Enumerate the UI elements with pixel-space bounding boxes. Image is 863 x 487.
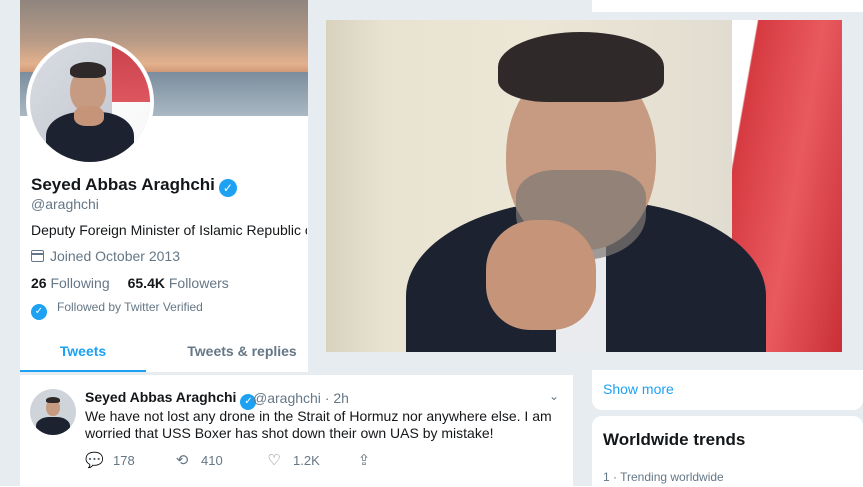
tweet-text: We have not lost any drone in the Strait… — [85, 408, 552, 441]
followers-label: Followers — [168, 275, 229, 291]
reply-button[interactable]: 💬 178 — [85, 451, 135, 469]
tweet-author-name[interactable]: Seyed Abbas Araghchi ✓ — [85, 389, 257, 410]
verified-followers-icon: ✓ — [31, 304, 47, 320]
profile-bio: Deputy Foreign Minister of Islamic Repub… — [31, 222, 307, 238]
following-link[interactable]: 26 Following — [31, 275, 110, 291]
chevron-down-icon[interactable]: ⌄ — [547, 389, 561, 403]
followed-by[interactable]: ✓ Followed by Twitter Verified — [31, 300, 203, 320]
profile-stats: 26 Following 65.4K Followers — [31, 275, 229, 291]
tab-tweets[interactable]: Tweets — [20, 330, 146, 372]
followed-by-text: Followed by Twitter Verified — [57, 300, 203, 314]
retweet-icon: ⟲ — [175, 452, 189, 469]
tweet-handle[interactable]: @araghchi — [253, 390, 321, 406]
show-more-link[interactable]: Show more — [603, 381, 674, 397]
tweet-author-text: Seyed Abbas Araghchi — [85, 389, 237, 405]
following-label: Following — [50, 275, 110, 291]
profile-display-name: Seyed Abbas Araghchi ✓ — [31, 175, 237, 197]
sidebar-top-edge — [592, 0, 863, 12]
profile-photo-large — [326, 20, 842, 352]
retweet-button[interactable]: ⟲ 410 — [173, 451, 223, 469]
tweet-card[interactable]: Seyed Abbas Araghchi ✓ @araghchi · 2h ⌄ W… — [20, 374, 573, 487]
heart-icon: ♡ — [267, 452, 281, 469]
trends-title: Worldwide trends — [603, 430, 746, 449]
joined-text: Joined October 2013 — [50, 248, 180, 264]
trend-item-meta[interactable]: 1 · Trending worldwide — [603, 470, 724, 484]
profile-handle: @araghchi — [31, 196, 99, 212]
reply-icon: 💬 — [85, 452, 104, 469]
like-count: 1.2K — [293, 453, 320, 468]
followers-count: 65.4K — [127, 275, 165, 291]
reply-count: 178 — [113, 453, 135, 468]
who-to-follow-footer: Show more — [592, 370, 863, 410]
tweet-avatar[interactable] — [30, 389, 76, 435]
tweet-handle-and-time: @araghchi · 2h — [253, 390, 349, 406]
profile-card: Seyed Abbas Araghchi ✓ @araghchi Deputy F… — [20, 0, 308, 373]
profile-tabs: Tweets Tweets & replies — [20, 330, 308, 373]
profile-avatar[interactable] — [26, 38, 154, 166]
like-button[interactable]: ♡ 1.2K — [265, 451, 320, 469]
profile-name-text: Seyed Abbas Araghchi — [31, 175, 215, 194]
verified-badge-icon: ✓ — [218, 179, 237, 197]
tab-tweets-and-replies[interactable]: Tweets & replies — [178, 330, 306, 372]
retweet-count: 410 — [201, 453, 223, 468]
following-count: 26 — [31, 275, 47, 291]
followers-link[interactable]: 65.4K Followers — [128, 275, 229, 291]
trends-panel: Worldwide trends 1 · Trending worldwide — [592, 416, 863, 486]
share-icon: ⇪ — [357, 452, 371, 469]
share-button[interactable]: ⇪ — [355, 451, 383, 469]
tweet-time[interactable]: · 2h — [325, 390, 349, 406]
calendar-icon — [31, 250, 44, 262]
profile-joined: Joined October 2013 — [31, 248, 180, 264]
